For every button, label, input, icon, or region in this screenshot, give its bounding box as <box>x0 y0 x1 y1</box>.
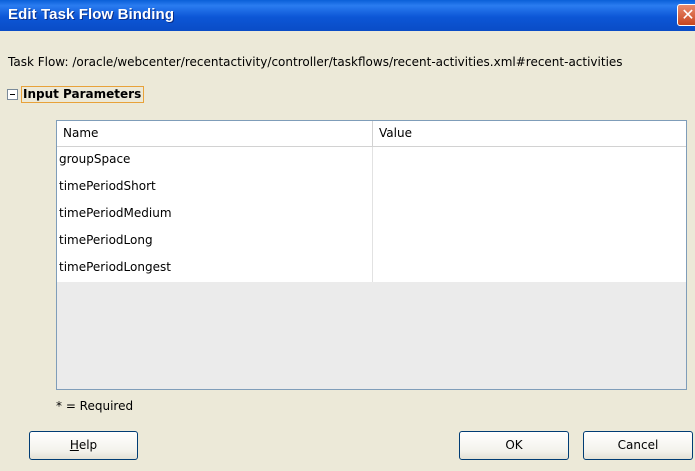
param-name-cell: groupSpace <box>57 147 373 174</box>
table-row[interactable]: groupSpace <box>57 147 686 174</box>
param-value-cell[interactable] <box>373 201 686 228</box>
table-row[interactable]: timePeriodShort <box>57 174 686 201</box>
param-name-cell: timePeriodLongest <box>57 255 373 282</box>
collapse-icon[interactable] <box>7 89 18 100</box>
column-header-value[interactable]: Value <box>373 121 686 147</box>
input-parameters-header[interactable]: Input Parameters <box>7 86 145 103</box>
help-mnemonic: H <box>69 438 79 452</box>
title-bar[interactable]: Edit Task Flow Binding ✕ <box>0 0 695 31</box>
help-label: elp <box>78 438 98 452</box>
section-title[interactable]: Input Parameters <box>21 86 145 103</box>
table-row[interactable]: timePeriodLong <box>57 228 686 255</box>
close-button[interactable]: ✕ <box>677 4 695 26</box>
param-name-cell: timePeriodMedium <box>57 201 373 228</box>
table-row[interactable]: timePeriodLongest <box>57 255 686 282</box>
table-header: Name Value <box>57 121 686 147</box>
close-icon: ✕ <box>681 5 695 24</box>
table-row[interactable]: timePeriodMedium <box>57 201 686 228</box>
cancel-button[interactable]: Cancel <box>583 431 693 460</box>
ok-button[interactable]: OK <box>459 431 569 460</box>
parameters-table[interactable]: Name Value groupSpace timePeriodShort ti… <box>56 120 687 390</box>
task-flow-line: Task Flow: /oracle/webcenter/recentactiv… <box>8 55 623 69</box>
help-button[interactable]: Help <box>29 431 138 460</box>
param-value-cell[interactable] <box>373 147 686 174</box>
task-flow-label: Task Flow: <box>8 55 69 69</box>
param-name-cell: timePeriodLong <box>57 228 373 255</box>
param-name-cell: timePeriodShort <box>57 174 373 201</box>
param-value-cell[interactable] <box>373 174 686 201</box>
task-flow-path: /oracle/webcenter/recentactivity/control… <box>72 55 623 69</box>
window-title: Edit Task Flow Binding <box>8 6 175 23</box>
param-value-cell[interactable] <box>373 228 686 255</box>
column-header-name[interactable]: Name <box>57 121 373 147</box>
required-note: * = Required <box>56 399 134 413</box>
param-value-cell[interactable] <box>373 255 686 282</box>
